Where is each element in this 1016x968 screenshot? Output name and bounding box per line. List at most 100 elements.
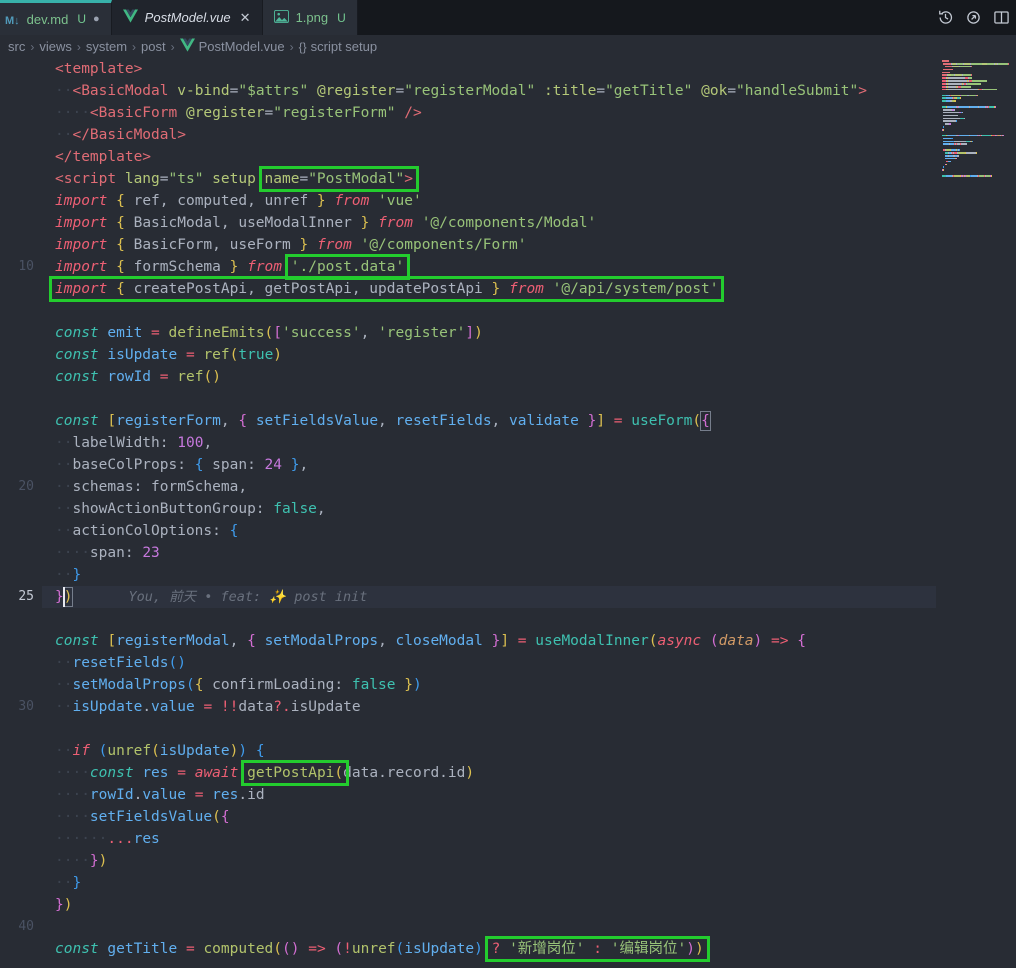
annotation-box (241, 760, 349, 786)
minimap-line (942, 100, 1014, 102)
code-line[interactable]: ··isUpdate.value = !!data?.isUpdate (55, 696, 867, 718)
tab-dev.md[interactable]: M↓dev.mdU● (0, 0, 112, 35)
git-status-badge: U (77, 12, 86, 26)
minimap[interactable] (942, 60, 1014, 178)
text-cursor (63, 587, 65, 607)
code-line[interactable]: ··setModalProps({ confirmLoading: false … (55, 674, 867, 696)
minimap-line (942, 97, 1014, 99)
breadcrumb-separator: › (130, 40, 138, 54)
breadcrumb-separator: › (75, 40, 83, 54)
minimap-line (942, 103, 1014, 105)
minimap-line (942, 109, 1014, 111)
tab-1.png[interactable]: 1.pngU (263, 0, 358, 35)
code-line[interactable]: ··} (55, 564, 867, 586)
code-line[interactable]: ··</BasicModal> (55, 124, 867, 146)
minimap-line (942, 143, 1014, 145)
minimap-line (942, 77, 1014, 79)
vscode-editor-window: M↓dev.mdU●PostModel.vue✕1.pngU src›views… (0, 0, 1016, 968)
code-editor[interactable]: 1020253040 <template>··<BasicModal v-bin… (0, 58, 1016, 968)
breadcrumb-item-system[interactable]: system (86, 39, 127, 54)
code-line[interactable]: const isUpdate = ref(true) (55, 344, 867, 366)
minimap-line (942, 146, 1014, 148)
code-line[interactable]: const rowId = ref() (55, 366, 867, 388)
code-line[interactable]: const [registerModal, { setModalProps, c… (55, 630, 867, 652)
minimap-line (942, 161, 1014, 163)
line-number: 20 (0, 476, 34, 498)
image-icon (274, 10, 289, 26)
code-line[interactable]: ····<BasicForm @register="registerForm" … (55, 102, 867, 124)
breadcrumb-item-post[interactable]: post (141, 39, 166, 54)
code-line[interactable]: }) (55, 894, 867, 916)
git-status-badge: U (337, 11, 346, 25)
code-line[interactable]: <script lang="ts" setup name="PostModal"… (55, 168, 867, 190)
code-line[interactable]: ····const res = await getPostApi(data.re… (55, 762, 867, 784)
code-line[interactable]: ····rowId.value = res.id (55, 784, 867, 806)
breadcrumb-label: src (8, 39, 25, 54)
code-line[interactable]: ··labelWidth: 100, (55, 432, 867, 454)
code-line[interactable]: const getTitle = computed(() => (!unref(… (55, 938, 867, 960)
breadcrumb-label: post (141, 39, 166, 54)
breadcrumb-item-views[interactable]: views (39, 39, 72, 54)
minimap-line (942, 63, 1014, 65)
code-line[interactable]: ····span: 23 (55, 542, 867, 564)
minimap-line (942, 132, 1014, 134)
minimap-line (942, 175, 1014, 177)
code-line[interactable]: const emit = defineEmits(['success', 're… (55, 322, 867, 344)
minimap-line (942, 83, 1014, 85)
code-line[interactable]: ····setFieldsValue({ (55, 806, 867, 828)
open-timeline-icon[interactable] (964, 9, 982, 27)
vue-icon (123, 9, 138, 26)
code-line[interactable]: ··resetFields() (55, 652, 867, 674)
breadcrumb-item-script-setup[interactable]: {}script setup (299, 39, 378, 54)
code-line[interactable]: </template> (55, 146, 867, 168)
editor-actions (358, 0, 1016, 35)
history-icon[interactable] (936, 9, 954, 27)
code-line[interactable]: ····}) (55, 850, 867, 872)
code-line[interactable]: ··showActionButtonGroup: false, (55, 498, 867, 520)
tab-PostModel.vue[interactable]: PostModel.vue✕ (112, 0, 263, 35)
code-line[interactable] (55, 300, 867, 322)
minimap-line (942, 120, 1014, 122)
code-line[interactable] (55, 916, 867, 938)
code-line[interactable] (55, 388, 867, 410)
breadcrumb-label: script setup (311, 39, 377, 54)
code-line[interactable]: ··schemas: formSchema, (55, 476, 867, 498)
code-line[interactable] (55, 608, 867, 630)
minimap-line (942, 115, 1014, 117)
split-editor-icon[interactable] (992, 9, 1010, 27)
code-line[interactable]: import { BasicModal, useModalInner } fro… (55, 212, 867, 234)
code-line[interactable]: import { formSchema } from './post.data' (55, 256, 867, 278)
bracket-match-highlight (700, 411, 711, 431)
code-line[interactable]: const [registerForm, { setFieldsValue, r… (55, 410, 867, 432)
minimap-line (942, 80, 1014, 82)
minimap-line (942, 72, 1014, 74)
minimap-line (942, 95, 1014, 97)
code-line[interactable]: <template> (55, 58, 867, 80)
close-icon[interactable]: ✕ (240, 10, 251, 26)
git-blame-annotation: You, 前天 • feat: ✨ post init (128, 589, 367, 605)
breadcrumb: src›views›system›post›PostModel.vue›{}sc… (0, 35, 1016, 58)
minimap-line (942, 129, 1014, 131)
minimap-line (942, 149, 1014, 151)
code-line[interactable]: ··} (55, 872, 867, 894)
code-line[interactable]: ······...res (55, 828, 867, 850)
code-line[interactable]: ··<BasicModal v-bind="$attrs" @register=… (55, 80, 867, 102)
minimap-line (942, 74, 1014, 76)
code-line[interactable]: ··actionColOptions: { (55, 520, 867, 542)
breadcrumb-separator: › (169, 40, 177, 54)
code-line[interactable]: import { BasicForm, useForm } from '@/co… (55, 234, 867, 256)
breadcrumb-label: views (39, 39, 72, 54)
breadcrumb-item-PostModel.vue[interactable]: PostModel.vue (180, 38, 285, 55)
code-line[interactable] (55, 718, 867, 740)
code-layer: <template>··<BasicModal v-bind="$attrs" … (55, 58, 867, 960)
code-line[interactable]: ··if (unref(isUpdate)) { (55, 740, 867, 762)
breadcrumb-item-src[interactable]: src (8, 39, 25, 54)
code-line[interactable]: })You, 前天 • feat: ✨ post init (55, 586, 867, 608)
code-line[interactable]: ··baseColProps: { span: 24 }, (55, 454, 867, 476)
minimap-line (942, 69, 1014, 71)
code-line[interactable]: import { ref, computed, unref } from 'vu… (55, 190, 867, 212)
line-number: 40 (0, 916, 34, 938)
minimap-line (942, 155, 1014, 157)
minimap-line (942, 118, 1014, 120)
minimap-line (942, 89, 1014, 91)
